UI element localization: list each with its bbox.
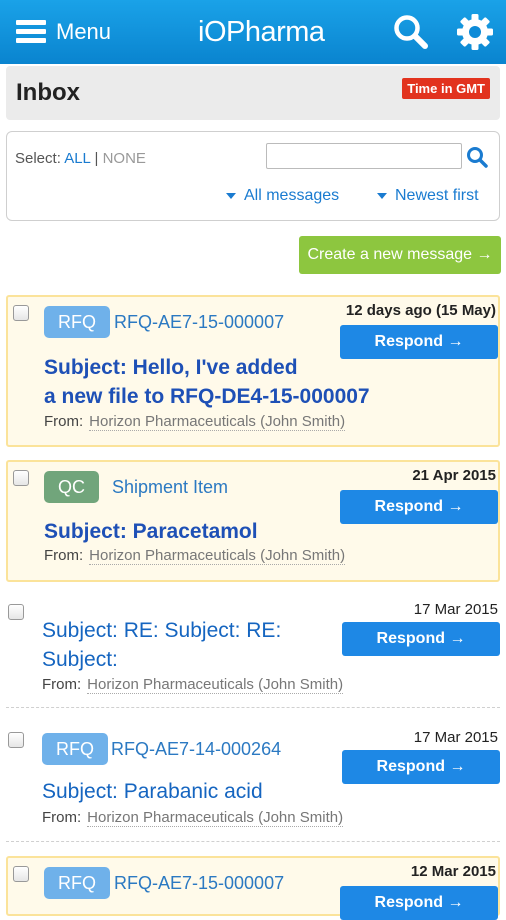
message-checkbox[interactable] xyxy=(8,732,24,748)
message-item[interactable]: QC Shipment Item 21 Apr 2015 Respond → S… xyxy=(6,460,500,582)
message-date: 17 Mar 2015 xyxy=(413,601,498,618)
message-date: 12 Mar 2015 xyxy=(410,863,496,880)
inbox-bar: Inbox Time in GMT xyxy=(6,66,500,120)
search-icon[interactable] xyxy=(392,14,430,50)
menu-button[interactable]: Menu xyxy=(16,14,111,50)
message-reference[interactable]: RFQ-AE7-14-000264 xyxy=(111,739,281,760)
sender-name[interactable]: Horizon Pharmaceuticals (John Smith) xyxy=(87,809,344,827)
message-sender: From: Horizon Pharmaceuticals (John Smith… xyxy=(44,413,346,431)
filter-panel: Select: ALL | NONE All messages Newest f… xyxy=(6,131,500,221)
message-checkbox[interactable] xyxy=(8,604,24,620)
subject-line: a new file to RFQ-DE4-15-000007 xyxy=(44,385,370,408)
page-title: Inbox xyxy=(16,79,80,106)
message-type-badge: RFQ xyxy=(44,867,110,899)
message-subject[interactable]: Subject: Hello, I've added a new file to… xyxy=(44,353,370,411)
from-label: From: xyxy=(42,676,82,693)
message-reference[interactable]: RFQ-AE7-15-000007 xyxy=(114,312,284,333)
sort-order-dropdown[interactable]: Newest first xyxy=(377,187,479,205)
sender-name[interactable]: Horizon Pharmaceuticals (John Smith) xyxy=(89,547,346,565)
message-checkbox[interactable] xyxy=(13,305,29,321)
message-item[interactable]: RFQ RFQ-AE7-14-000264 17 Mar 2015 Respon… xyxy=(6,724,500,842)
message-filter-label: All messages xyxy=(244,187,340,204)
sender-name[interactable]: Horizon Pharmaceuticals (John Smith) xyxy=(87,676,344,694)
message-checkbox[interactable] xyxy=(13,866,29,882)
message-filter-dropdown[interactable]: All messages xyxy=(226,187,339,205)
respond-button[interactable]: Respond → xyxy=(340,490,498,524)
message-sender: From: Horizon Pharmaceuticals (John Smith… xyxy=(42,809,344,827)
message-subject[interactable]: Subject: Parabanic acid xyxy=(42,777,263,806)
search-icon[interactable] xyxy=(465,145,489,169)
respond-button[interactable]: Respond → xyxy=(340,886,498,920)
message-item[interactable]: RFQ RFQ-AE7-15-000007 12 Mar 2015 Respon… xyxy=(6,856,500,920)
menu-label: Menu xyxy=(56,19,112,44)
from-label: From: xyxy=(44,413,84,430)
select-all-link[interactable]: ALL xyxy=(64,150,90,167)
message-type-badge: QC xyxy=(44,471,99,503)
search-input[interactable] xyxy=(266,143,462,169)
select-none-link[interactable]: NONE xyxy=(103,150,146,167)
subject-line: Subject: RE: Subject: RE: xyxy=(42,619,282,642)
message-checkbox[interactable] xyxy=(13,470,29,486)
create-message-button[interactable]: Create a new message → xyxy=(299,236,501,274)
message-date: 21 Apr 2015 xyxy=(412,467,496,484)
from-label: From: xyxy=(42,809,82,826)
select-label: Select: xyxy=(15,150,61,167)
app-logo: iOPharma xyxy=(198,16,325,48)
hamburger-icon xyxy=(16,20,46,44)
app-header: Menu iOPharma xyxy=(0,0,506,64)
message-sender: From: Horizon Pharmaceuticals (John Smith… xyxy=(44,547,346,565)
select-separator: | xyxy=(94,150,99,167)
subject-line: Subject: Hello, I've added xyxy=(44,356,298,379)
from-label: From: xyxy=(44,547,84,564)
sender-name[interactable]: Horizon Pharmaceuticals (John Smith) xyxy=(89,413,346,431)
message-subject[interactable]: Subject: Paracetamol xyxy=(44,517,258,546)
respond-button[interactable]: Respond → xyxy=(342,750,500,784)
message-date: 17 Mar 2015 xyxy=(413,729,498,746)
sort-order-label: Newest first xyxy=(395,187,479,204)
respond-button[interactable]: Respond → xyxy=(342,622,500,656)
message-subject[interactable]: Subject: RE: Subject: RE: Subject: xyxy=(42,616,281,674)
message-item[interactable]: 17 Mar 2015 Respond → Subject: RE: Subje… xyxy=(6,596,500,708)
message-item[interactable]: RFQ RFQ-AE7-15-000007 12 days ago (15 Ma… xyxy=(6,295,500,447)
timezone-badge: Time in GMT xyxy=(402,78,490,99)
message-sender: From: Horizon Pharmaceuticals (John Smith… xyxy=(42,676,344,694)
caret-down-icon xyxy=(377,193,387,199)
gear-icon[interactable] xyxy=(455,12,495,52)
message-date: 12 days ago (15 May) xyxy=(345,302,496,319)
message-reference[interactable]: RFQ-AE7-15-000007 xyxy=(114,873,284,894)
select-controls: Select: ALL | NONE xyxy=(15,150,146,167)
message-type-badge: RFQ xyxy=(44,306,110,338)
caret-down-icon xyxy=(226,193,236,199)
message-type-badge: RFQ xyxy=(42,733,108,765)
subject-line: Subject: xyxy=(42,648,118,671)
message-reference[interactable]: Shipment Item xyxy=(112,477,228,498)
